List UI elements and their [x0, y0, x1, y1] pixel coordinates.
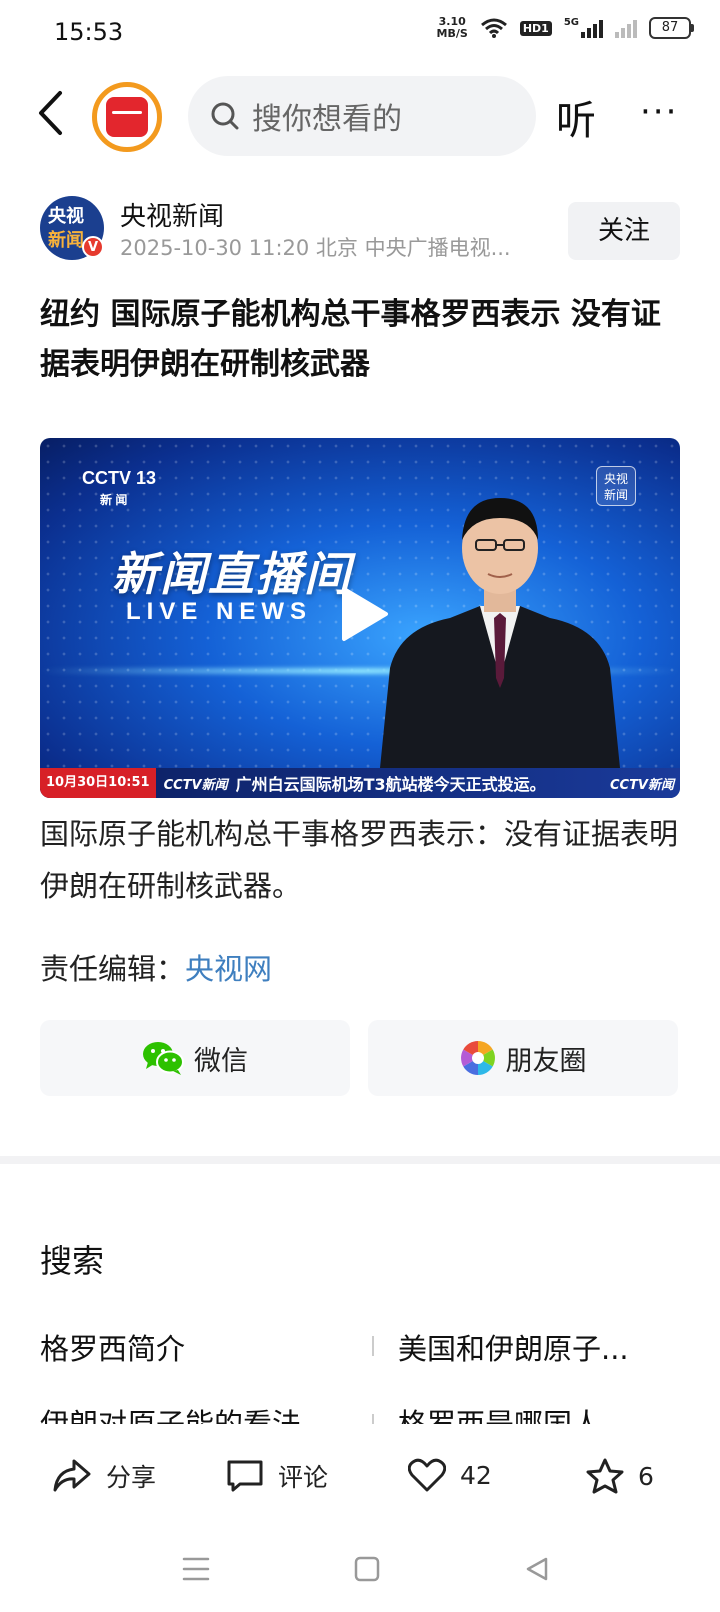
home-icon[interactable]	[354, 1556, 380, 1582]
like-count: 42	[460, 1460, 492, 1490]
search-suggestion[interactable]: 伊朗对原子能的看法	[40, 1404, 301, 1424]
search-input[interactable]: 搜你想看的	[188, 76, 536, 156]
ticker-channel-right: CCTV新闻	[609, 777, 674, 793]
play-icon[interactable]	[330, 583, 392, 645]
comment-icon	[227, 1460, 263, 1492]
search-suggestion[interactable]: 格罗西简介	[40, 1326, 185, 1368]
share-action-label: 分享	[106, 1463, 157, 1492]
avatar-text-1: 央视	[48, 206, 84, 227]
video-player[interactable]: CCTV 13 新 闻 央视 新闻 新闻直播间 LIVE NEWS 10月30日…	[40, 438, 680, 798]
share-moments-button[interactable]: 朋友圈	[368, 1020, 678, 1096]
editor-label: 责任编辑：	[40, 952, 186, 986]
cctv-channel-logo: CCTV 13 新 闻	[82, 468, 156, 508]
favorite-count: 6	[638, 1461, 654, 1491]
system-navigation	[0, 1530, 720, 1612]
like-action[interactable]: 42	[408, 1458, 492, 1492]
verified-badge-icon: V	[82, 236, 104, 258]
channel-logo-sub: 新 闻	[100, 493, 128, 507]
comment-action[interactable]: 评论	[226, 1458, 328, 1494]
network-type-label: 5G	[563, 17, 579, 28]
battery-icon: 87	[649, 17, 694, 39]
article-body: 国际原子能机构总干事格罗西表示：没有证据表明伊朗在研制核武器。	[40, 817, 679, 903]
menu-icon[interactable]	[182, 1556, 210, 1582]
share-moments-label: 朋友圈	[505, 1045, 587, 1077]
status-bar: 15:53 3.10 MB/S HD1 5G 87	[0, 0, 720, 64]
comment-action-label: 评论	[278, 1463, 329, 1492]
editor-line: 责任编辑：央视网	[40, 946, 272, 988]
battery-level: 87	[649, 17, 691, 39]
search-placeholder: 搜你想看的	[252, 102, 402, 137]
search-section-title: 搜索	[40, 1242, 105, 1280]
signal-5g-icon: 5G	[563, 17, 603, 38]
wifi-icon	[480, 18, 507, 38]
ticker-channel: CCTV新闻	[163, 777, 228, 793]
heart-icon	[408, 1458, 446, 1492]
author-name[interactable]: 央视新闻	[120, 196, 224, 233]
author-meta: 2025-10-30 11:20 北京 中央广播电视...	[120, 236, 511, 260]
author-row: 央视 新闻 V 央视新闻 2025-10-30 11:20 北京 中央广播电视.…	[0, 188, 720, 268]
back-button[interactable]	[30, 88, 70, 138]
share-action[interactable]: 分享	[52, 1458, 156, 1494]
chevron-left-icon	[39, 91, 62, 135]
share-wechat-button[interactable]: 微信	[40, 1020, 350, 1096]
more-button[interactable]: ···	[640, 92, 678, 132]
status-icons: 3.10 MB/S HD1 5G 87	[437, 16, 694, 40]
news-ticker: 10月30日10:51 CCTV新闻 广州白云国际机场T3航站楼今天正式投运。 …	[40, 768, 680, 798]
channel-logo-text: CCTV 13	[82, 468, 157, 488]
show-title: 新闻直播间	[112, 547, 352, 601]
app-logo-icon	[106, 97, 148, 137]
back-triangle-icon[interactable]	[524, 1556, 550, 1582]
suggestion-separator	[372, 1336, 374, 1356]
editor-link[interactable]: 央视网	[185, 952, 272, 986]
share-wechat-label: 微信	[194, 1045, 248, 1077]
hd-badge: HD1	[519, 20, 552, 36]
news-anchor-image	[380, 498, 620, 768]
share-icon	[53, 1459, 91, 1492]
signal-weak-icon	[615, 18, 637, 38]
net-speed-unit: MB/S	[436, 27, 468, 40]
status-time: 15:53	[54, 18, 124, 46]
search-suggestion[interactable]: 美国和伊朗原子...	[398, 1326, 629, 1368]
search-suggestion[interactable]: 格罗西是哪国人	[398, 1404, 601, 1424]
follow-button[interactable]: 关注	[568, 202, 680, 260]
show-subtitle: LIVE NEWS	[126, 598, 313, 625]
top-nav: 搜你想看的 听 ···	[0, 70, 720, 160]
section-divider	[0, 1156, 720, 1164]
avatar-text-2: 新闻	[48, 230, 84, 251]
ticker-time: 10月30日10:51	[40, 768, 156, 798]
search-icon	[211, 102, 239, 130]
star-icon	[586, 1458, 624, 1494]
listen-button[interactable]: 听	[556, 88, 596, 146]
net-speed: 3.10 MB/S	[437, 16, 468, 40]
app-logo[interactable]	[92, 82, 162, 152]
moments-icon	[460, 1041, 495, 1075]
suggestion-separator	[372, 1414, 374, 1424]
favorite-action[interactable]: 6	[586, 1458, 654, 1494]
ticker-text: 广州白云国际机场T3航站楼今天正式投运。	[235, 775, 546, 794]
article-headline: 纽约 国际原子能机构总干事格罗西表示 没有证据表明伊朗在研制核武器	[40, 297, 661, 382]
wechat-icon	[143, 1042, 184, 1075]
bottom-action-bar: 分享 评论 42 6	[0, 1440, 720, 1520]
